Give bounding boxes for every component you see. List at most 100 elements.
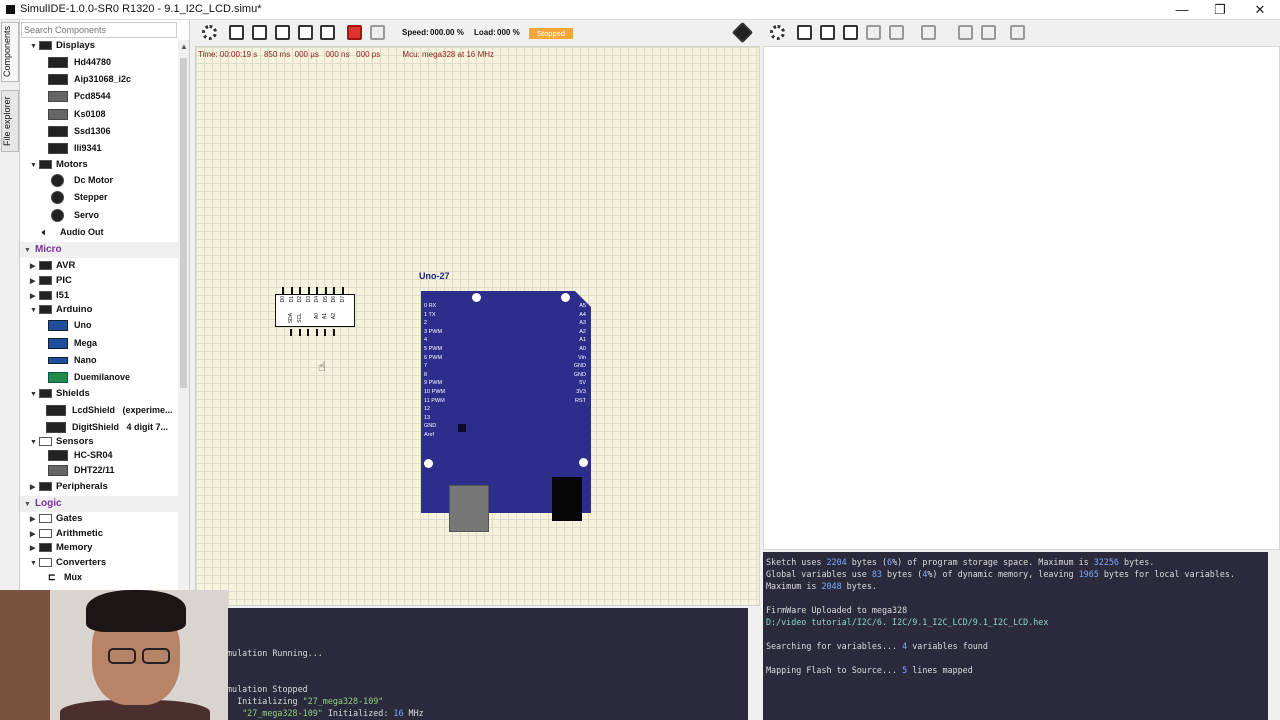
board-pin-label[interactable]: RST xyxy=(554,397,586,406)
list-item-pcd8544[interactable]: Pcd8544 xyxy=(48,88,111,105)
board-pin-label[interactable]: 7 xyxy=(424,362,474,371)
verify-icon[interactable] xyxy=(958,25,973,40)
open-recent-icon[interactable] xyxy=(229,25,244,40)
debug-icon[interactable] xyxy=(1010,25,1025,40)
settings-gear-icon[interactable] xyxy=(202,25,217,40)
list-item-nano[interactable]: Nano xyxy=(48,352,97,369)
list-item-uno[interactable]: Uno xyxy=(48,317,92,334)
board-pin-label[interactable]: A3 xyxy=(554,319,586,328)
save-icon[interactable] xyxy=(298,25,313,40)
list-item-aip31068[interactable]: Aip31068_i2c xyxy=(48,71,131,88)
list-item-lcdshield[interactable]: LcdShield (experime... xyxy=(46,402,173,419)
bottom-console-scrollbar[interactable] xyxy=(748,608,760,720)
editor-save-as-icon[interactable] xyxy=(889,25,904,40)
section-logic[interactable]: ▼ Logic xyxy=(20,496,178,512)
list-item-audio-out[interactable]: 🔈︎ Audio Out xyxy=(42,224,104,241)
list-item-ssd1306[interactable]: Ssd1306 xyxy=(48,123,111,140)
pcf-pin[interactable] xyxy=(290,287,293,294)
board-pin-label[interactable]: 10 PWM xyxy=(424,388,474,397)
pcf-pin[interactable] xyxy=(341,287,344,294)
board-pin-label[interactable]: 11 PWM xyxy=(424,397,474,406)
board-pin-label[interactable]: 13 xyxy=(424,414,474,423)
save-as-icon[interactable] xyxy=(320,25,335,40)
console-scrollbar[interactable] xyxy=(1268,552,1280,720)
upload-icon[interactable] xyxy=(981,25,996,40)
tree-peripherals[interactable]: ▶ Peripherals xyxy=(30,479,108,495)
board-pin-label[interactable]: 9 PWM xyxy=(424,379,474,388)
tree-motors[interactable]: ▼ Motors xyxy=(30,157,88,173)
editor-save-icon[interactable] xyxy=(866,25,881,40)
pcf-pin[interactable] xyxy=(290,329,292,336)
tab-file-explorer[interactable]: File explorer xyxy=(1,90,19,152)
board-pin-label[interactable]: 3V3 xyxy=(554,388,586,397)
board-pin-label[interactable]: A0 xyxy=(554,345,586,354)
pcf-pin[interactable] xyxy=(307,329,309,336)
pcf-pin[interactable] xyxy=(315,329,318,336)
pause-icon[interactable] xyxy=(370,25,385,40)
tree-gates[interactable]: ▶ Gates xyxy=(30,511,82,527)
board-pin-label[interactable]: 1 TX xyxy=(424,311,474,320)
board-pin-label[interactable]: Vin xyxy=(554,354,586,363)
tree-avr[interactable]: ▶ AVR xyxy=(30,258,75,274)
pcf-pin[interactable] xyxy=(282,287,284,294)
board-pin-label[interactable]: 2 xyxy=(424,319,474,328)
list-item-hd44780[interactable]: Hd44780 xyxy=(48,54,111,71)
list-item-mega[interactable]: Mega xyxy=(48,335,97,352)
tree-pic[interactable]: ▶ PIC xyxy=(30,273,72,289)
board-pin-label[interactable]: 3 PWM xyxy=(424,328,474,337)
board-pin-label[interactable]: GND xyxy=(554,362,586,371)
list-item-ks0108[interactable]: Ks0108 xyxy=(48,106,106,123)
editor-new-icon[interactable] xyxy=(820,25,835,40)
tree-shields[interactable]: ▼ Shields xyxy=(30,386,90,402)
code-editor[interactable] xyxy=(763,46,1280,550)
list-item-dht[interactable]: DHT22/11 xyxy=(48,462,115,479)
search-input[interactable] xyxy=(21,22,177,38)
new-circuit-icon[interactable] xyxy=(252,25,267,40)
list-item-ili9341[interactable]: Ili9341 xyxy=(48,140,102,157)
power-button-icon[interactable] xyxy=(347,25,362,40)
list-item-dc-motor[interactable]: Dc Motor xyxy=(48,172,113,189)
pcf-pin[interactable] xyxy=(324,287,327,294)
pcf-pin[interactable] xyxy=(333,287,335,294)
board-pin-label[interactable]: 8 xyxy=(424,371,474,380)
pcf-pin[interactable] xyxy=(307,287,310,294)
component-scrollbar[interactable]: ▲ xyxy=(178,40,189,590)
tree-displays[interactable]: ▼ Displays xyxy=(30,38,95,54)
editor-settings-icon[interactable] xyxy=(770,25,785,40)
open-folder-icon[interactable] xyxy=(275,25,290,40)
maximize-button[interactable]: ❐ xyxy=(1200,0,1240,20)
board-pin-label[interactable]: A2 xyxy=(554,328,586,337)
board-pin-label[interactable]: 5V xyxy=(554,379,586,388)
board-pin-label[interactable]: 5 PWM xyxy=(424,345,474,354)
board-pin-label[interactable]: GND xyxy=(554,371,586,380)
board-pin-label[interactable]: A1 xyxy=(554,336,586,345)
board-pin-label[interactable]: Aref xyxy=(424,431,474,440)
editor-open-icon[interactable] xyxy=(843,25,858,40)
find-icon[interactable] xyxy=(921,25,936,40)
board-pin-label[interactable]: A4 xyxy=(554,311,586,320)
pcf-pin[interactable] xyxy=(332,329,335,336)
board-pin-label[interactable]: A5 xyxy=(554,302,586,311)
scroll-thumb[interactable] xyxy=(180,58,187,388)
close-button[interactable]: ✕ xyxy=(1240,0,1280,20)
list-item-duemilanove[interactable]: Duemilanove xyxy=(48,369,130,386)
tree-arduino[interactable]: ▼ Arduino xyxy=(30,302,92,318)
pcf-pin[interactable] xyxy=(324,329,326,336)
section-micro[interactable]: ▼ Micro xyxy=(20,242,178,258)
tree-memory[interactable]: ▶ Memory xyxy=(30,540,92,556)
pcf-pin[interactable] xyxy=(299,287,301,294)
tab-components[interactable]: Components xyxy=(1,22,19,82)
list-item-servo[interactable]: Servo xyxy=(48,207,99,224)
pcf-pin[interactable] xyxy=(298,329,301,336)
board-pin-label[interactable]: 12 xyxy=(424,405,474,414)
compile-diamond-icon[interactable] xyxy=(731,21,754,44)
editor-recent-icon[interactable] xyxy=(797,25,812,40)
pcf-pin[interactable] xyxy=(316,287,318,294)
minimize-button[interactable]: — xyxy=(1162,0,1202,20)
scroll-up-icon[interactable]: ▲ xyxy=(180,42,188,51)
board-pin-label[interactable]: 4 xyxy=(424,336,474,345)
board-pin-label[interactable]: GND xyxy=(424,422,474,431)
circuit-canvas[interactable]: Time: 00:00:19 s 850 ms 000 µs 000 ns 00… xyxy=(195,46,760,606)
board-pin-label[interactable]: 6 PWM xyxy=(424,354,474,363)
list-item-stepper[interactable]: Stepper xyxy=(48,189,108,206)
